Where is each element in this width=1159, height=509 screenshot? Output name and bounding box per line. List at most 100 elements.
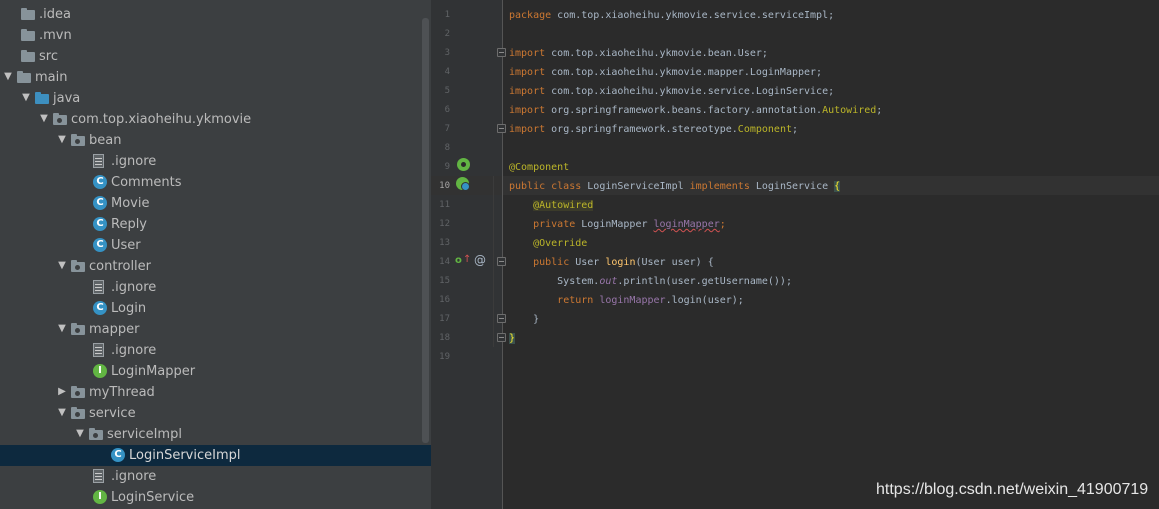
project-tree: .idea .mvn src ▼ main ▼ java ▼ com.top.xiaoheihu… xyxy=(0,0,431,509)
line-number: 9 xyxy=(444,162,450,172)
expand-arrow-icon[interactable]: ▼ xyxy=(56,407,68,419)
package-icon xyxy=(89,427,103,441)
tree-item[interactable]: .mvn xyxy=(0,25,431,46)
folder-icon xyxy=(21,7,35,21)
code-line[interactable]: System.out.println(user.getUsername()); xyxy=(509,272,792,291)
tree-item[interactable]: C Movie xyxy=(0,193,431,214)
class-icon: C xyxy=(93,301,107,315)
tree-item[interactable]: src xyxy=(0,46,431,67)
tree-item-label: bean xyxy=(89,133,122,148)
tree-item-label: mapper xyxy=(89,322,140,337)
folder-icon xyxy=(17,70,31,84)
file-icon xyxy=(93,154,104,168)
line-number: 15 xyxy=(439,276,450,286)
folder-icon xyxy=(21,28,35,42)
at-sign-icon[interactable]: @ xyxy=(474,253,488,267)
tree-item[interactable]: C Login xyxy=(0,298,431,319)
code-line[interactable]: private LoginMapper loginMapper; xyxy=(509,215,726,234)
tree-item-label: Comments xyxy=(111,175,182,190)
expand-arrow-icon[interactable]: ▼ xyxy=(20,92,32,104)
code-line[interactable]: import org.springframework.stereotype.Co… xyxy=(509,120,798,139)
tree-scrollbar[interactable] xyxy=(422,18,429,443)
fold-marker[interactable] xyxy=(497,48,506,57)
tree-item[interactable]: ▼ mapper xyxy=(0,319,431,340)
tree-item-label: .ignore xyxy=(111,280,157,295)
expand-arrow-icon[interactable]: ▼ xyxy=(2,71,14,83)
line-number: 7 xyxy=(444,124,450,134)
code-line[interactable]: } xyxy=(509,310,539,329)
line-number: 13 xyxy=(439,238,450,248)
code-line[interactable]: import com.top.xiaoheihu.ykmovie.mapper.… xyxy=(509,63,822,82)
tree-item-label: serviceImpl xyxy=(107,427,182,442)
tree-item[interactable]: .ignore xyxy=(0,466,431,487)
expand-arrow-icon[interactable]: ▼ xyxy=(56,323,68,335)
code-line[interactable]: public class LoginServiceImpl implements… xyxy=(509,177,841,196)
tree-item[interactable]: ▼ main xyxy=(0,67,431,88)
gutter-separator xyxy=(502,0,503,509)
code-line[interactable]: import com.top.xiaoheihu.ykmovie.bean.Us… xyxy=(509,44,768,63)
expand-arrow-icon[interactable]: ▼ xyxy=(56,260,68,272)
tree-item-label: .ignore xyxy=(111,469,157,484)
fold-marker[interactable] xyxy=(497,314,506,323)
expand-arrow-icon[interactable]: ▼ xyxy=(38,113,50,125)
code-line[interactable]: } xyxy=(509,329,516,348)
tree-item[interactable]: ▼ controller xyxy=(0,256,431,277)
code-line[interactable]: @Autowired xyxy=(509,196,594,215)
interface-icon: I xyxy=(93,490,107,504)
override-arrow-icon[interactable]: ↑ xyxy=(463,253,471,266)
interface-icon: I xyxy=(93,364,107,378)
code-line[interactable]: @Override xyxy=(509,234,587,253)
expand-arrow-icon[interactable]: ▼ xyxy=(56,134,68,146)
line-number: 18 xyxy=(439,333,450,343)
code-line[interactable]: import org.springframework.beans.factory… xyxy=(509,101,882,120)
spring-bean-icon[interactable] xyxy=(457,158,470,171)
file-icon xyxy=(93,469,104,483)
tree-item[interactable]: I LoginMapper xyxy=(0,361,431,382)
class-icon: C xyxy=(111,448,125,462)
tree-item[interactable]: ▼ java xyxy=(0,88,431,109)
code-line[interactable]: @Component xyxy=(509,158,569,177)
fold-marker[interactable] xyxy=(497,333,506,342)
line-number: 3 xyxy=(444,48,450,58)
tree-item-label: Movie xyxy=(111,196,150,211)
tree-item[interactable]: I LoginService xyxy=(0,487,431,508)
tree-item[interactable]: C LoginServiceImpl xyxy=(0,445,431,466)
class-icon: C xyxy=(93,175,107,189)
tree-item[interactable]: .idea xyxy=(0,4,431,25)
code-line[interactable]: package com.top.xiaoheihu.ykmovie.servic… xyxy=(509,6,834,25)
package-icon xyxy=(53,112,67,126)
tree-item[interactable]: ▼ serviceImpl xyxy=(0,424,431,445)
file-icon xyxy=(93,343,104,357)
tree-item[interactable]: .ignore xyxy=(0,340,431,361)
line-number: 2 xyxy=(444,29,450,39)
code-line[interactable]: import com.top.xiaoheihu.ykmovie.service… xyxy=(509,82,834,101)
implements-gutter-icon[interactable] xyxy=(456,177,470,191)
line-number: 8 xyxy=(444,143,450,153)
code-line[interactable]: public User login(User user) { xyxy=(509,253,714,272)
tree-item[interactable]: ▼ com.top.xiaoheihu.ykmovie xyxy=(0,109,431,130)
line-number: 16 xyxy=(439,295,450,305)
tree-item[interactable]: ▼ service xyxy=(0,403,431,424)
source-folder-icon xyxy=(35,91,49,105)
line-number: 5 xyxy=(444,86,450,96)
code-line[interactable]: return loginMapper.login(user); xyxy=(509,291,744,310)
fold-marker[interactable] xyxy=(497,257,506,266)
package-icon xyxy=(71,133,85,147)
tree-item-label: Login xyxy=(111,301,147,316)
tree-item[interactable]: .ignore xyxy=(0,151,431,172)
collapse-arrow-icon[interactable]: ▶ xyxy=(56,386,68,398)
tree-item-label: main xyxy=(35,70,68,85)
tree-item[interactable]: .ignore xyxy=(0,277,431,298)
tree-item[interactable]: C Comments xyxy=(0,172,431,193)
tree-item[interactable]: ▼ bean xyxy=(0,130,431,151)
expand-arrow-icon[interactable]: ▼ xyxy=(74,428,86,440)
tree-item-label: com.top.xiaoheihu.ykmovie xyxy=(71,112,252,127)
tree-item[interactable]: C Reply xyxy=(0,214,431,235)
package-icon xyxy=(71,322,85,336)
fold-marker[interactable] xyxy=(497,124,506,133)
tree-item-label: LoginService xyxy=(111,490,195,505)
class-icon: C xyxy=(93,196,107,210)
tree-item[interactable]: ▶ myThread xyxy=(0,382,431,403)
tree-item[interactable]: C User xyxy=(0,235,431,256)
line-number: 6 xyxy=(444,105,450,115)
